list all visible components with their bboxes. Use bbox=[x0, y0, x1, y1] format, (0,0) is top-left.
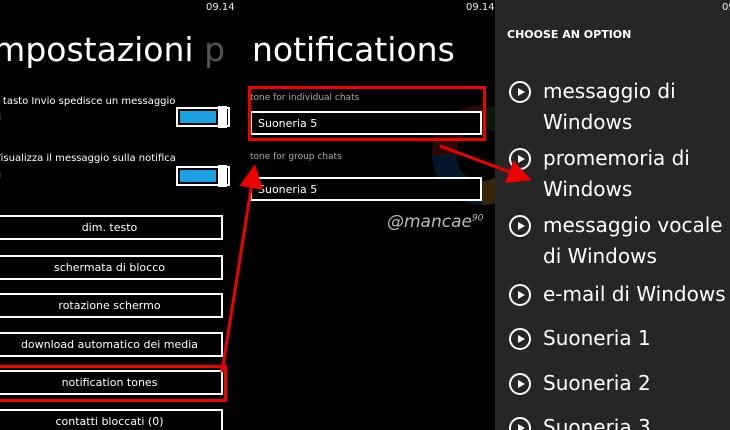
group-tone-picker[interactable]: Suoneria 5 bbox=[250, 177, 482, 201]
option-item[interactable]: Suoneria 3 bbox=[509, 412, 730, 430]
option-item[interactable]: e-mail di Windows bbox=[509, 279, 730, 310]
play-icon[interactable] bbox=[509, 148, 531, 170]
lock-screen-button[interactable]: schermata di blocco bbox=[0, 255, 223, 280]
watermark-sup: 90 bbox=[471, 213, 484, 224]
option-item[interactable]: promemoria di Windows bbox=[509, 143, 730, 205]
setting-enter-sends-value: Sì bbox=[0, 112, 1, 123]
option-item[interactable]: messaggio vocale di Windows bbox=[509, 210, 730, 272]
group-tone-label: tone for group chats bbox=[250, 152, 342, 162]
settings-panel: 09.14 impostazioni p Il tasto Invio sped… bbox=[0, 0, 247, 430]
play-icon[interactable] bbox=[509, 215, 531, 237]
option-label: Suoneria 2 bbox=[543, 371, 651, 395]
setting-show-message-label: Visualizza il messaggio sulla notifica bbox=[0, 153, 176, 164]
status-time: 09.14 bbox=[206, 2, 235, 13]
choose-option-dialog: 09 CHOOSE AN OPTION messaggio di Windows… bbox=[495, 0, 730, 430]
watermark-text: @mancae bbox=[387, 212, 472, 232]
auto-download-media-button[interactable]: download automatico dei media bbox=[0, 332, 223, 357]
highlight-individual-tone bbox=[248, 86, 486, 141]
status-time: 09.14 bbox=[466, 2, 495, 13]
play-icon[interactable] bbox=[509, 284, 531, 306]
watermark: @mancae90 bbox=[387, 212, 483, 232]
option-label: e-mail di Windows bbox=[543, 282, 726, 306]
toggle-thumb bbox=[218, 106, 227, 128]
option-label: promemoria di Windows bbox=[543, 146, 690, 201]
setting-show-message-value: Sì bbox=[0, 170, 1, 181]
play-icon[interactable] bbox=[509, 328, 531, 350]
toggle-fill bbox=[180, 170, 216, 182]
toggle-fill bbox=[180, 111, 216, 123]
toggle-thumb bbox=[218, 165, 227, 187]
page-title-next: p bbox=[204, 30, 226, 69]
option-label: Suoneria 1 bbox=[543, 326, 651, 350]
notifications-panel: 09.14 notifications tone for individual … bbox=[247, 0, 495, 430]
status-time: 09 bbox=[722, 2, 730, 13]
option-item[interactable]: Suoneria 1 bbox=[509, 323, 730, 354]
text-size-button[interactable]: dim. testo bbox=[0, 215, 223, 240]
enter-sends-toggle[interactable] bbox=[176, 106, 230, 128]
play-icon[interactable] bbox=[509, 417, 531, 430]
highlight-notification-tones bbox=[0, 365, 227, 402]
show-message-toggle[interactable] bbox=[176, 165, 230, 187]
play-icon[interactable] bbox=[509, 373, 531, 395]
option-item[interactable]: messaggio di Windows bbox=[509, 76, 730, 138]
page-title-text: impostazioni bbox=[0, 30, 194, 69]
option-label: messaggio vocale di Windows bbox=[543, 213, 723, 268]
setting-enter-sends-label: Il tasto Invio spedisce un messaggio bbox=[0, 96, 176, 107]
option-item[interactable]: Suoneria 2 bbox=[509, 368, 730, 399]
dialog-header: CHOOSE AN OPTION bbox=[507, 28, 632, 41]
blocked-contacts-button[interactable]: contatti bloccati (0) bbox=[0, 409, 223, 430]
page-title: notifications bbox=[252, 30, 455, 69]
option-label: Suoneria 3 bbox=[543, 415, 651, 430]
group-tone-value: Suoneria 5 bbox=[258, 182, 318, 196]
screen-rotation-button[interactable]: rotazione schermo bbox=[0, 293, 223, 318]
play-icon[interactable] bbox=[509, 81, 531, 103]
page-title: impostazioni p bbox=[0, 30, 225, 69]
option-label: messaggio di Windows bbox=[543, 79, 676, 134]
